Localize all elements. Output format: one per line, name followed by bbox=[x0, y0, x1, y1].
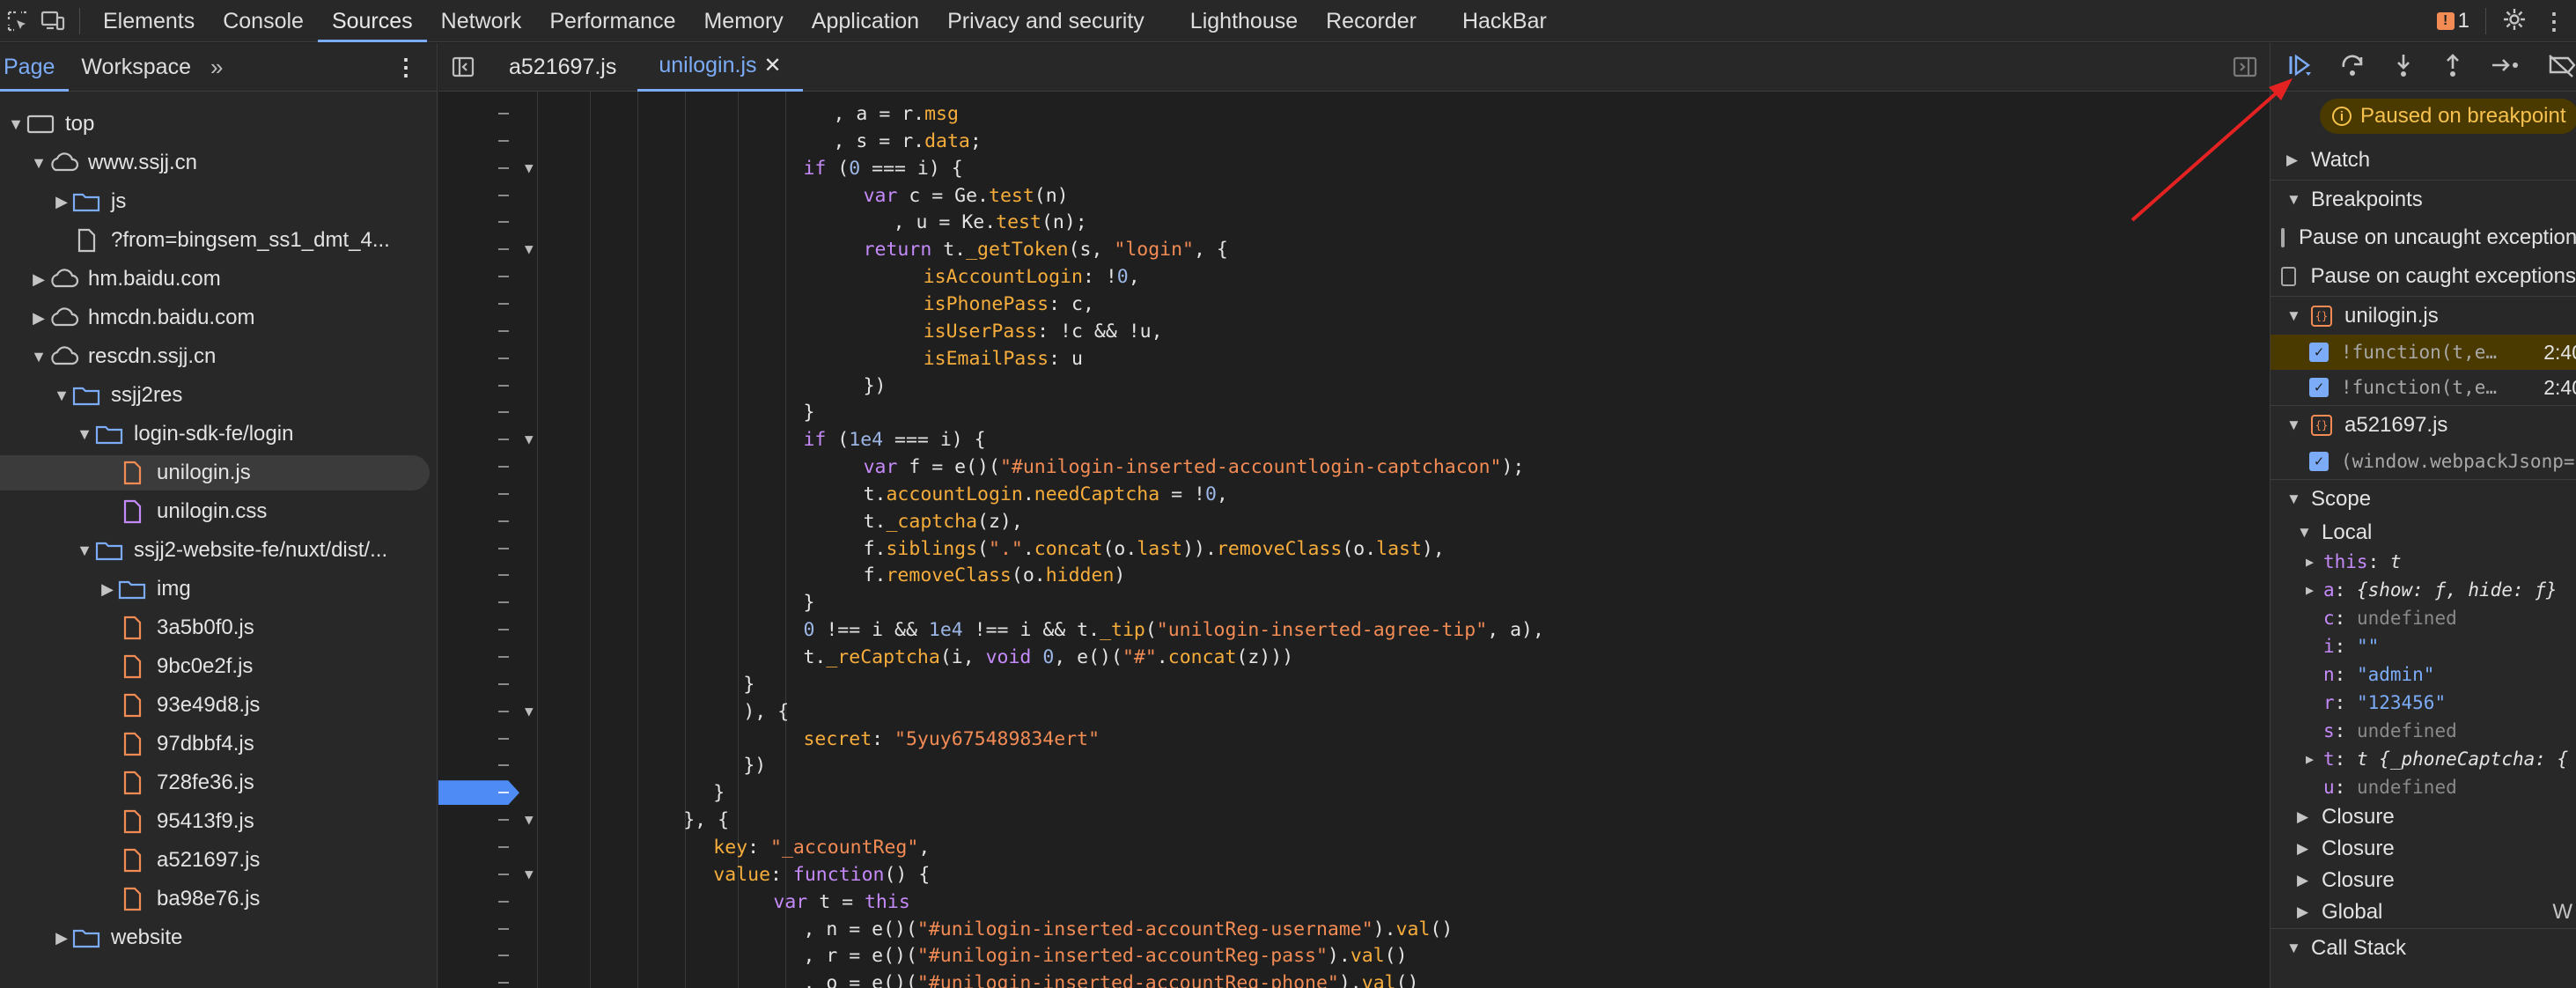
annotation-arrow bbox=[2131, 78, 2293, 222]
